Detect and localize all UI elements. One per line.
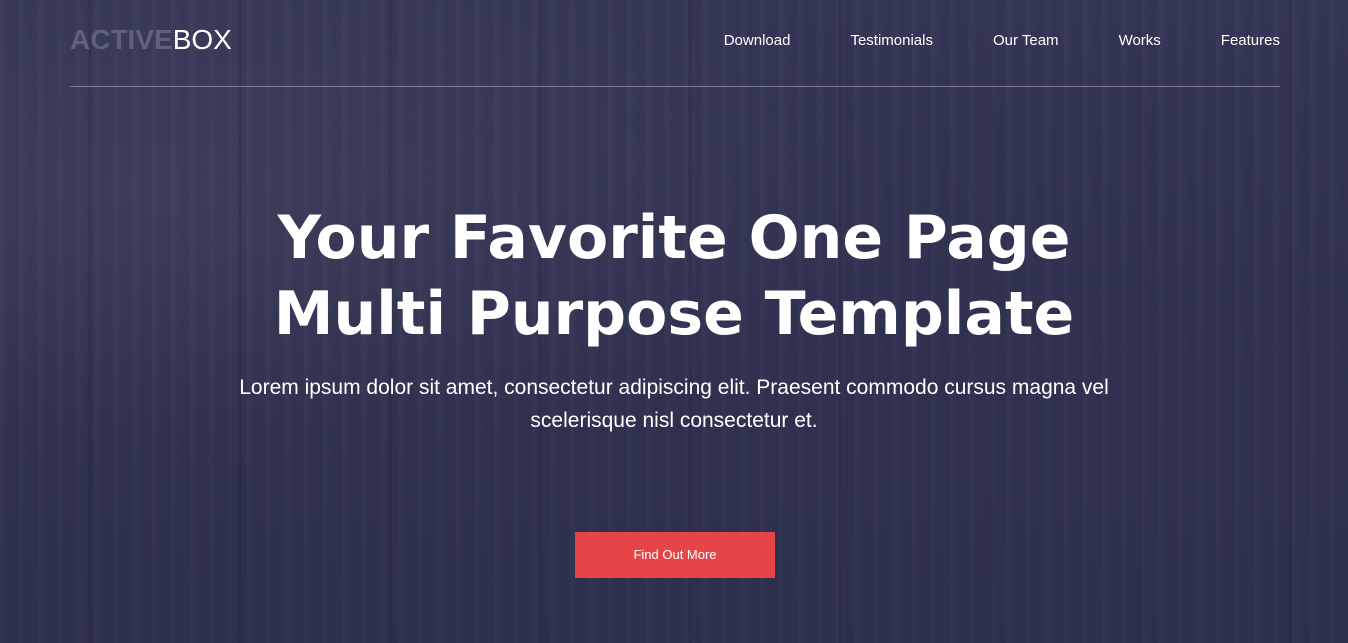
nav-link-features[interactable]: Features [1221,31,1280,51]
nav-link-download[interactable]: Download [724,31,791,51]
hero-headline-line-2: Multi Purpose Template [273,279,1075,349]
logo-light-text: BOX [172,24,232,55]
logo-strong-text: ACTIVE [70,24,173,55]
logo[interactable]: ACTIVEBOX [70,24,232,56]
hero-headline-line-1: Your Favorite One Page [277,203,1071,273]
navbar: ACTIVEBOX Download Testimonials Our Team… [70,0,1280,87]
hero-headline: Your Favorite One Page Multi Purpose Tem… [0,200,1348,352]
nav-menu: Download Testimonials Our Team Works Fea… [664,31,1280,51]
nav-link-works[interactable]: Works [1119,31,1161,51]
find-out-more-button[interactable]: Find Out More [575,532,775,578]
hero-subtitle: Lorem ipsum dolor sit amet, consectetur … [239,376,1109,432]
nav-link-testimonials[interactable]: Testimonials [850,31,933,51]
hero-section: ACTIVEBOX Download Testimonials Our Team… [0,0,1348,643]
nav-link-our-team[interactable]: Our Team [993,31,1059,51]
